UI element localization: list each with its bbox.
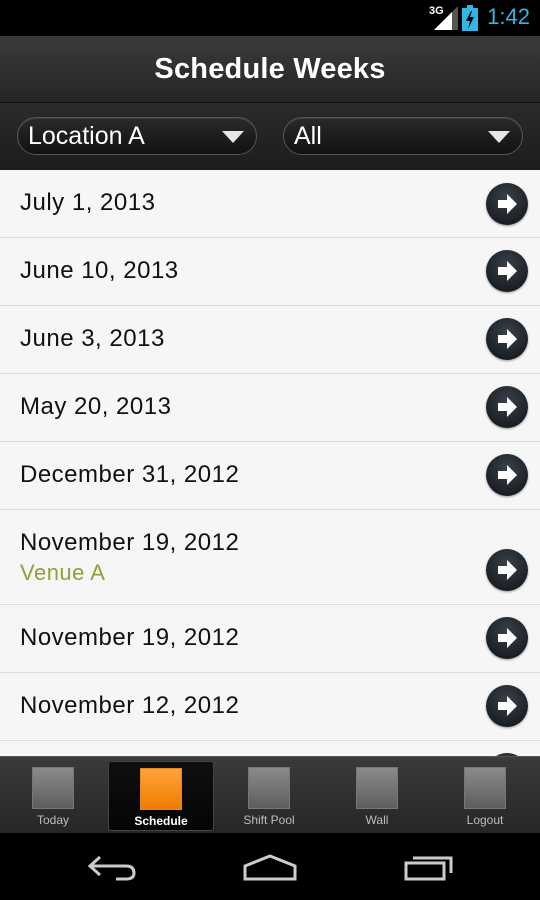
arrow-right-icon[interactable] <box>486 250 528 292</box>
location-dropdown[interactable]: Location A <box>17 117 257 155</box>
status-clock: 1:42 <box>487 4 530 29</box>
week-date: June 3, 2013 <box>20 325 165 352</box>
week-date: November 19, 2012 <box>20 624 240 651</box>
filter-bar: Location A All <box>0 103 540 170</box>
wall-icon <box>356 767 398 809</box>
schedule-week-list[interactable]: July 1, 2013 June 10, 2013 June 3, 2013 … <box>0 170 540 756</box>
back-arrow-icon[interactable] <box>86 853 138 881</box>
system-nav-bar <box>0 833 540 900</box>
signal-icon <box>434 6 458 30</box>
list-item[interactable]: May 20, 2013 <box>0 374 540 442</box>
tab-label: Schedule <box>134 814 188 828</box>
battery-charging-icon <box>462 5 478 31</box>
tab-logout[interactable]: Logout <box>432 761 538 831</box>
arrow-right-icon[interactable] <box>486 617 528 659</box>
page-title: Schedule Weeks <box>154 52 386 85</box>
tab-label: Shift Pool <box>243 813 295 827</box>
list-item[interactable]: December 31, 2012 <box>0 442 540 510</box>
chevron-down-icon <box>488 131 510 143</box>
week-date: November 19, 2012 <box>20 529 240 556</box>
today-icon <box>32 767 74 809</box>
type-dropdown[interactable]: All <box>283 117 523 155</box>
list-item[interactable]: November 19, 2012 Venue A <box>0 510 540 605</box>
recent-apps-icon[interactable] <box>403 853 455 881</box>
arrow-right-icon[interactable] <box>486 454 528 496</box>
status-bar: 3G 1:42 <box>0 0 540 36</box>
arrow-right-icon[interactable] <box>486 318 528 360</box>
bottom-tab-bar: Today Schedule Shift Pool Wall Logout <box>0 756 540 834</box>
tab-label: Today <box>36 813 70 827</box>
list-item[interactable]: November 12, 2012 <box>0 673 540 741</box>
list-item[interactable]: June 10, 2013 <box>0 238 540 306</box>
tab-label: Wall <box>365 813 389 827</box>
action-bar: Schedule Weeks <box>0 36 540 103</box>
tab-shift-pool[interactable]: Shift Pool <box>216 761 322 831</box>
tab-today[interactable]: Today <box>0 761 106 831</box>
tab-wall[interactable]: Wall <box>324 761 430 831</box>
list-item[interactable]: June 3, 2013 <box>0 306 540 374</box>
shift-pool-icon <box>248 767 290 809</box>
week-date: December 31, 2012 <box>20 461 240 488</box>
week-date: May 20, 2013 <box>20 393 172 420</box>
week-venue: Venue A <box>20 560 106 585</box>
week-date: July 1, 2013 <box>20 189 156 216</box>
schedule-icon <box>140 768 182 810</box>
week-date: June 10, 2013 <box>20 257 179 284</box>
tab-label: Logout <box>466 813 504 827</box>
home-icon[interactable] <box>242 853 298 881</box>
arrow-right-icon[interactable] <box>486 183 528 225</box>
arrow-right-icon[interactable] <box>486 685 528 727</box>
logout-icon <box>464 767 506 809</box>
location-dropdown-value: Location A <box>28 121 145 150</box>
list-item[interactable]: November 19, 2012 <box>0 605 540 673</box>
tab-schedule[interactable]: Schedule <box>108 761 214 831</box>
list-item-partial[interactable] <box>0 741 540 756</box>
arrow-right-icon[interactable] <box>486 549 528 591</box>
arrow-right-icon[interactable] <box>486 386 528 428</box>
chevron-down-icon <box>222 131 244 143</box>
list-item[interactable]: July 1, 2013 <box>0 170 540 238</box>
week-date: November 12, 2012 <box>20 692 240 719</box>
type-dropdown-value: All <box>294 121 322 150</box>
